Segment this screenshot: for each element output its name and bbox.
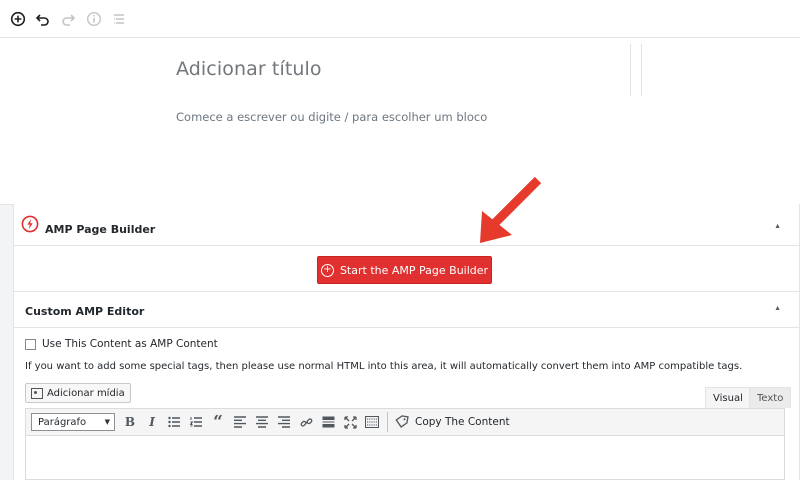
chevron-down-icon: ▼ <box>104 418 110 426</box>
tab-text[interactable]: Texto <box>749 387 792 408</box>
align-left-icon[interactable] <box>229 411 251 433</box>
editor-content-area[interactable] <box>25 436 785 480</box>
format-select[interactable]: Parágrafo ▼ <box>31 413 115 431</box>
tinymce-toolbar: Parágrafo ▼ B I “ Copy The Content <box>25 408 785 436</box>
use-amp-content-label[interactable]: Use This Content as AMP Content <box>42 338 218 350</box>
outline-icon[interactable] <box>108 8 130 30</box>
read-more-icon[interactable] <box>317 411 339 433</box>
italic-icon[interactable]: I <box>141 411 163 433</box>
amp-page-builder-title: AMP Page Builder <box>45 223 156 236</box>
toolbar-separator <box>387 412 388 432</box>
help-text: If you want to add some special tags, th… <box>25 361 743 372</box>
bold-icon[interactable]: B <box>119 411 141 433</box>
link-icon[interactable] <box>295 411 317 433</box>
amp-page-builder-panel: AMP Page Builder ▲ + Start the AMP Page … <box>13 204 800 292</box>
post-title-input[interactable]: Adicionar título <box>176 58 322 80</box>
tab-visual[interactable]: Visual <box>705 387 751 408</box>
plus-circle-icon: + <box>320 263 334 277</box>
custom-amp-editor-header[interactable]: Custom AMP Editor ▲ <box>14 292 799 328</box>
amp-page-builder-header[interactable]: AMP Page Builder ▲ <box>14 204 799 246</box>
start-amp-page-builder-button[interactable]: + Start the AMP Page Builder <box>317 256 492 284</box>
editor-canvas: Adicionar título Comece a escrever ou di… <box>0 38 800 204</box>
add-media-label: Adicionar mídia <box>47 387 125 399</box>
use-amp-content-checkbox[interactable] <box>25 338 36 350</box>
custom-amp-editor-title: Custom AMP Editor <box>25 305 145 318</box>
add-block-icon[interactable] <box>7 8 29 30</box>
start-amp-page-builder-label: Start the AMP Page Builder <box>339 263 489 277</box>
custom-amp-editor-panel: Custom AMP Editor ▲ Use This Content as … <box>13 292 800 480</box>
blockquote-icon[interactable]: “ <box>207 411 229 433</box>
editor-header-toolbar <box>0 0 800 38</box>
media-icon <box>31 387 43 399</box>
collapse-toggle-icon[interactable]: ▲ <box>774 305 781 312</box>
align-center-icon[interactable] <box>251 411 273 433</box>
annotation-arrow <box>480 176 542 243</box>
use-amp-content-row: Use This Content as AMP Content <box>25 338 218 350</box>
copy-the-content-button[interactable]: Copy The Content <box>392 415 510 429</box>
amp-lightning-icon <box>21 215 39 233</box>
fullscreen-icon[interactable] <box>339 411 361 433</box>
editor-scroll-guide <box>630 44 642 96</box>
format-select-value: Parágrafo <box>38 416 87 428</box>
block-appender-placeholder[interactable]: Comece a escrever ou digite / para escol… <box>176 110 487 124</box>
bullet-list-icon[interactable] <box>163 411 185 433</box>
copy-the-content-label: Copy The Content <box>415 416 510 428</box>
info-icon[interactable] <box>83 8 105 30</box>
undo-icon[interactable] <box>32 8 54 30</box>
align-right-icon[interactable] <box>273 411 295 433</box>
numbered-list-icon[interactable] <box>185 411 207 433</box>
toolbar-toggle-icon[interactable] <box>361 411 383 433</box>
redo-icon[interactable] <box>57 8 79 30</box>
add-media-button[interactable]: Adicionar mídia <box>25 383 131 403</box>
collapse-toggle-icon[interactable]: ▲ <box>774 223 781 230</box>
tag-icon <box>395 415 409 428</box>
